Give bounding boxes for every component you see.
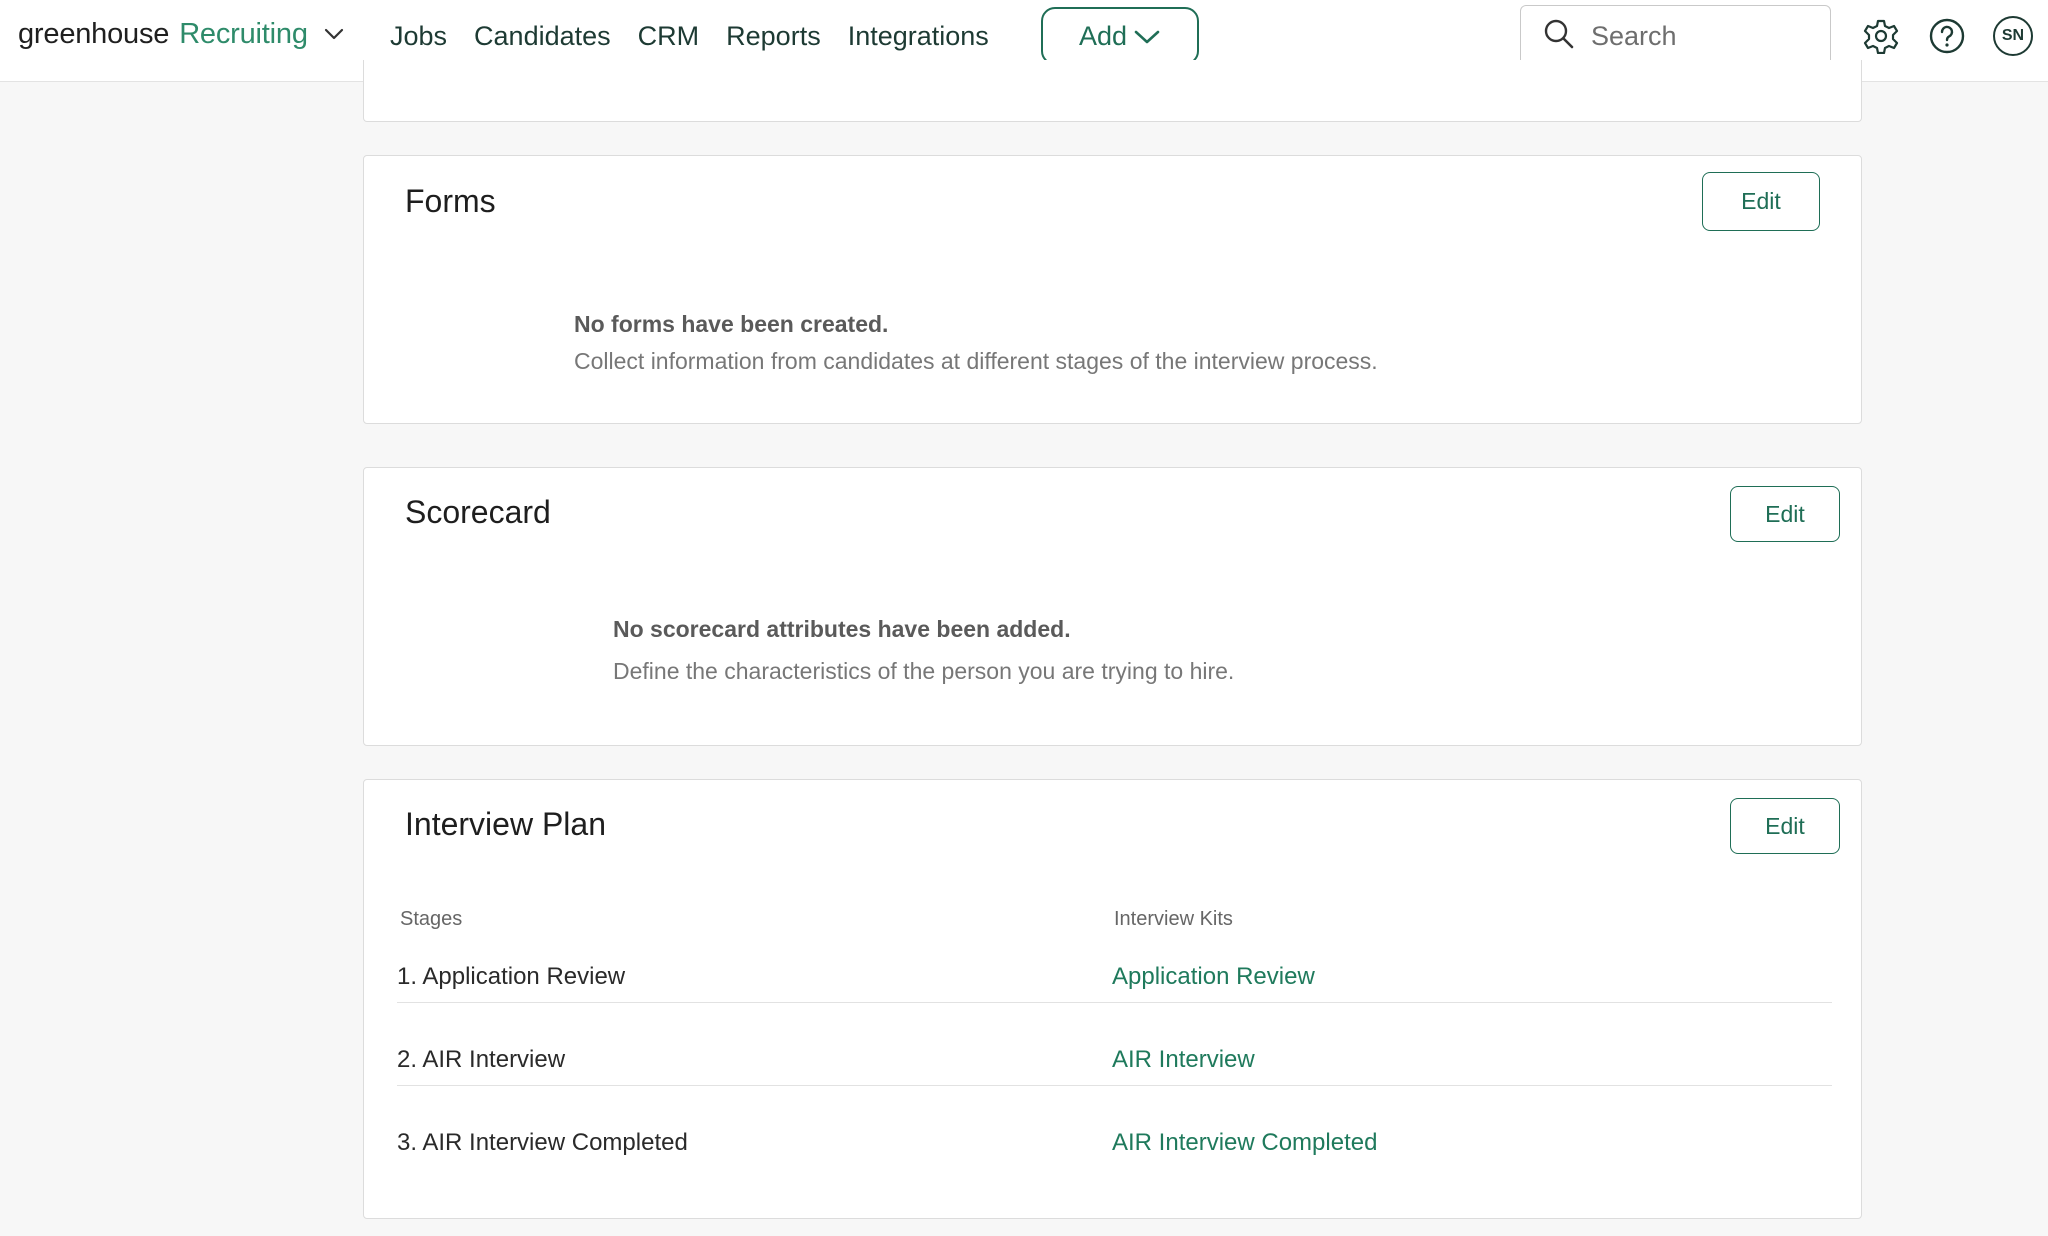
nav-reports[interactable]: Reports <box>726 21 821 52</box>
nav-crm[interactable]: CRM <box>638 21 700 52</box>
help-icon[interactable] <box>1928 17 1966 55</box>
avatar[interactable]: SN <box>1993 16 2033 56</box>
nav-integrations[interactable]: Integrations <box>848 21 989 52</box>
forms-title: Forms <box>405 183 496 219</box>
interview-plan-title: Interview Plan <box>405 806 606 842</box>
table-row: 2. AIR Interview AIR Interview <box>397 1003 1832 1086</box>
forms-edit-button[interactable]: Edit <box>1702 172 1820 231</box>
interview-plan-edit-button[interactable]: Edit <box>1730 798 1840 854</box>
search-box[interactable] <box>1520 5 1831 67</box>
scorecard-card: Scorecard Edit No scorecard attributes h… <box>363 467 1862 746</box>
app-switcher[interactable]: greenhouse Recruiting <box>18 14 344 54</box>
table-row: 3. AIR Interview Completed AIR Interview… <box>397 1086 1832 1169</box>
stage-name: 2. AIR Interview <box>397 1046 566 1073</box>
brand-name: greenhouse <box>18 17 170 50</box>
scorecard-empty-description: Define the characteristics of the person… <box>613 658 1235 684</box>
chevron-down-icon <box>324 28 344 40</box>
previous-section-card <box>363 60 1862 122</box>
interview-plan-card: Interview Plan Edit Stages Interview Kit… <box>363 779 1862 1219</box>
gear-icon[interactable] <box>1862 17 1900 55</box>
scorecard-empty-title: No scorecard attributes have been added. <box>613 616 1071 642</box>
main-nav: Jobs Candidates CRM Reports Integrations <box>390 18 1016 54</box>
interview-kit-link[interactable]: AIR Interview <box>1112 1046 1255 1074</box>
stage-name: 1. Application Review <box>397 963 626 990</box>
add-button[interactable]: Add <box>1041 7 1199 65</box>
scorecard-title: Scorecard <box>405 494 551 530</box>
add-button-label: Add <box>1078 20 1128 51</box>
table-row: 1. Application Review Application Review <box>397 920 1832 1003</box>
search-icon <box>1543 18 1575 55</box>
nav-jobs[interactable]: Jobs <box>390 21 447 52</box>
interview-kit-link[interactable]: AIR Interview Completed <box>1112 1129 1377 1157</box>
interview-kit-link[interactable]: Application Review <box>1112 963 1315 991</box>
forms-empty-title: No forms have been created. <box>574 311 889 337</box>
forms-empty-description: Collect information from candidates at d… <box>574 348 1378 374</box>
nav-candidates[interactable]: Candidates <box>474 21 611 52</box>
chevron-down-icon <box>1133 21 1161 52</box>
forms-card: Forms Edit No forms have been created. C… <box>363 155 1862 424</box>
stage-name: 3. AIR Interview Completed <box>397 1129 688 1156</box>
scorecard-edit-button[interactable]: Edit <box>1730 486 1840 542</box>
product-name: Recruiting <box>179 17 308 50</box>
search-input[interactable] <box>1589 19 1809 53</box>
